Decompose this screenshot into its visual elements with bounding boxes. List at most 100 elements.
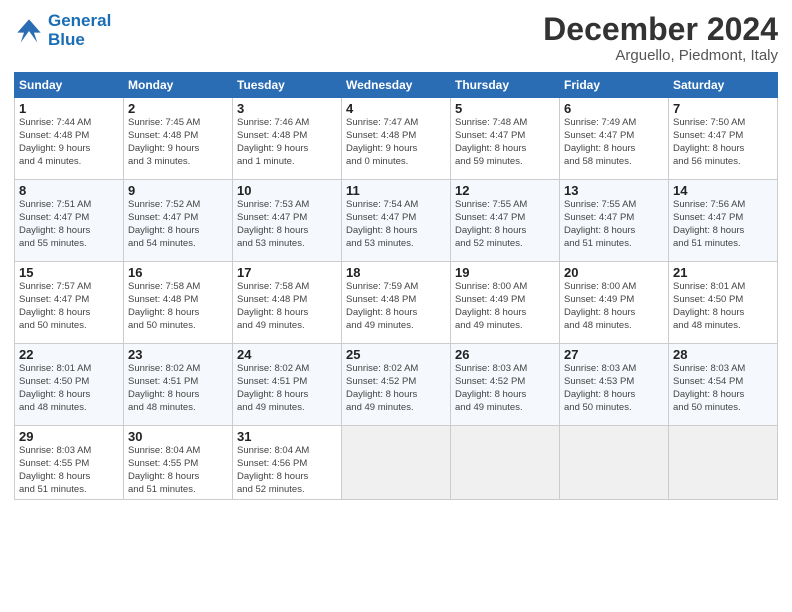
calendar-cell: 1Sunrise: 7:44 AM Sunset: 4:48 PM Daylig… [15, 98, 124, 180]
day-number: 20 [564, 265, 664, 280]
day-number: 14 [673, 183, 773, 198]
day-info: Sunrise: 7:58 AM Sunset: 4:48 PM Dayligh… [128, 281, 228, 332]
day-info: Sunrise: 7:51 AM Sunset: 4:47 PM Dayligh… [19, 199, 119, 250]
day-number: 8 [19, 183, 119, 198]
calendar-cell: 7Sunrise: 7:50 AM Sunset: 4:47 PM Daylig… [669, 98, 778, 180]
day-info: Sunrise: 8:04 AM Sunset: 4:56 PM Dayligh… [237, 445, 337, 496]
weekday-header-friday: Friday [560, 73, 669, 98]
day-number: 28 [673, 347, 773, 362]
weekday-header-tuesday: Tuesday [233, 73, 342, 98]
day-info: Sunrise: 7:47 AM Sunset: 4:48 PM Dayligh… [346, 117, 446, 168]
calendar-cell: 18Sunrise: 7:59 AM Sunset: 4:48 PM Dayli… [342, 262, 451, 344]
day-number: 24 [237, 347, 337, 362]
calendar-cell: 4Sunrise: 7:47 AM Sunset: 4:48 PM Daylig… [342, 98, 451, 180]
day-info: Sunrise: 8:03 AM Sunset: 4:52 PM Dayligh… [455, 363, 555, 414]
day-number: 5 [455, 101, 555, 116]
day-number: 27 [564, 347, 664, 362]
day-info: Sunrise: 7:55 AM Sunset: 4:47 PM Dayligh… [455, 199, 555, 250]
calendar-cell: 2Sunrise: 7:45 AM Sunset: 4:48 PM Daylig… [124, 98, 233, 180]
day-info: Sunrise: 8:00 AM Sunset: 4:49 PM Dayligh… [455, 281, 555, 332]
day-info: Sunrise: 7:49 AM Sunset: 4:47 PM Dayligh… [564, 117, 664, 168]
calendar-table: SundayMondayTuesdayWednesdayThursdayFrid… [14, 72, 778, 500]
day-number: 31 [237, 429, 337, 444]
day-number: 13 [564, 183, 664, 198]
day-number: 17 [237, 265, 337, 280]
calendar-cell: 22Sunrise: 8:01 AM Sunset: 4:50 PM Dayli… [15, 344, 124, 426]
day-info: Sunrise: 7:44 AM Sunset: 4:48 PM Dayligh… [19, 117, 119, 168]
day-number: 30 [128, 429, 228, 444]
calendar-cell: 30Sunrise: 8:04 AM Sunset: 4:55 PM Dayli… [124, 426, 233, 500]
day-info: Sunrise: 7:54 AM Sunset: 4:47 PM Dayligh… [346, 199, 446, 250]
day-info: Sunrise: 7:48 AM Sunset: 4:47 PM Dayligh… [455, 117, 555, 168]
day-number: 2 [128, 101, 228, 116]
header: General Blue December 2024 Arguello, Pie… [14, 12, 778, 64]
day-number: 11 [346, 183, 446, 198]
weekday-header-sunday: Sunday [15, 73, 124, 98]
page: General Blue December 2024 Arguello, Pie… [0, 0, 792, 612]
calendar-cell: 5Sunrise: 7:48 AM Sunset: 4:47 PM Daylig… [451, 98, 560, 180]
day-number: 6 [564, 101, 664, 116]
day-number: 29 [19, 429, 119, 444]
calendar-cell: 24Sunrise: 8:02 AM Sunset: 4:51 PM Dayli… [233, 344, 342, 426]
logo-icon [14, 16, 44, 46]
calendar-cell: 17Sunrise: 7:58 AM Sunset: 4:48 PM Dayli… [233, 262, 342, 344]
calendar-cell [451, 426, 560, 500]
day-number: 26 [455, 347, 555, 362]
day-info: Sunrise: 8:02 AM Sunset: 4:52 PM Dayligh… [346, 363, 446, 414]
day-number: 16 [128, 265, 228, 280]
calendar-cell: 15Sunrise: 7:57 AM Sunset: 4:47 PM Dayli… [15, 262, 124, 344]
calendar-cell: 3Sunrise: 7:46 AM Sunset: 4:48 PM Daylig… [233, 98, 342, 180]
day-number: 9 [128, 183, 228, 198]
day-number: 19 [455, 265, 555, 280]
calendar-cell: 12Sunrise: 7:55 AM Sunset: 4:47 PM Dayli… [451, 180, 560, 262]
calendar-cell: 19Sunrise: 8:00 AM Sunset: 4:49 PM Dayli… [451, 262, 560, 344]
calendar-cell: 21Sunrise: 8:01 AM Sunset: 4:50 PM Dayli… [669, 262, 778, 344]
day-number: 22 [19, 347, 119, 362]
day-info: Sunrise: 8:03 AM Sunset: 4:54 PM Dayligh… [673, 363, 773, 414]
day-info: Sunrise: 8:01 AM Sunset: 4:50 PM Dayligh… [19, 363, 119, 414]
calendar-cell: 8Sunrise: 7:51 AM Sunset: 4:47 PM Daylig… [15, 180, 124, 262]
day-number: 12 [455, 183, 555, 198]
day-number: 1 [19, 101, 119, 116]
calendar-cell: 29Sunrise: 8:03 AM Sunset: 4:55 PM Dayli… [15, 426, 124, 500]
calendar-cell: 26Sunrise: 8:03 AM Sunset: 4:52 PM Dayli… [451, 344, 560, 426]
day-info: Sunrise: 7:59 AM Sunset: 4:48 PM Dayligh… [346, 281, 446, 332]
calendar-cell: 27Sunrise: 8:03 AM Sunset: 4:53 PM Dayli… [560, 344, 669, 426]
day-number: 23 [128, 347, 228, 362]
calendar-cell [342, 426, 451, 500]
calendar-cell: 10Sunrise: 7:53 AM Sunset: 4:47 PM Dayli… [233, 180, 342, 262]
month-title: December 2024 [543, 12, 778, 47]
calendar-cell: 23Sunrise: 8:02 AM Sunset: 4:51 PM Dayli… [124, 344, 233, 426]
calendar-header-row: SundayMondayTuesdayWednesdayThursdayFrid… [15, 73, 778, 98]
day-info: Sunrise: 8:04 AM Sunset: 4:55 PM Dayligh… [128, 445, 228, 496]
day-info: Sunrise: 8:01 AM Sunset: 4:50 PM Dayligh… [673, 281, 773, 332]
day-info: Sunrise: 7:58 AM Sunset: 4:48 PM Dayligh… [237, 281, 337, 332]
logo: General Blue [14, 12, 111, 49]
day-number: 25 [346, 347, 446, 362]
day-info: Sunrise: 8:03 AM Sunset: 4:55 PM Dayligh… [19, 445, 119, 496]
day-number: 15 [19, 265, 119, 280]
day-info: Sunrise: 7:46 AM Sunset: 4:48 PM Dayligh… [237, 117, 337, 168]
weekday-header-monday: Monday [124, 73, 233, 98]
calendar-cell [560, 426, 669, 500]
day-info: Sunrise: 7:45 AM Sunset: 4:48 PM Dayligh… [128, 117, 228, 168]
day-number: 21 [673, 265, 773, 280]
calendar-cell: 31Sunrise: 8:04 AM Sunset: 4:56 PM Dayli… [233, 426, 342, 500]
day-info: Sunrise: 8:02 AM Sunset: 4:51 PM Dayligh… [237, 363, 337, 414]
day-info: Sunrise: 7:52 AM Sunset: 4:47 PM Dayligh… [128, 199, 228, 250]
logo-text: General Blue [48, 12, 111, 49]
calendar-cell: 25Sunrise: 8:02 AM Sunset: 4:52 PM Dayli… [342, 344, 451, 426]
calendar-cell: 14Sunrise: 7:56 AM Sunset: 4:47 PM Dayli… [669, 180, 778, 262]
weekday-header-thursday: Thursday [451, 73, 560, 98]
day-info: Sunrise: 7:53 AM Sunset: 4:47 PM Dayligh… [237, 199, 337, 250]
calendar-cell: 6Sunrise: 7:49 AM Sunset: 4:47 PM Daylig… [560, 98, 669, 180]
calendar-cell: 9Sunrise: 7:52 AM Sunset: 4:47 PM Daylig… [124, 180, 233, 262]
day-info: Sunrise: 7:57 AM Sunset: 4:47 PM Dayligh… [19, 281, 119, 332]
day-number: 10 [237, 183, 337, 198]
day-info: Sunrise: 8:00 AM Sunset: 4:49 PM Dayligh… [564, 281, 664, 332]
day-info: Sunrise: 7:56 AM Sunset: 4:47 PM Dayligh… [673, 199, 773, 250]
day-info: Sunrise: 8:03 AM Sunset: 4:53 PM Dayligh… [564, 363, 664, 414]
day-number: 4 [346, 101, 446, 116]
calendar-cell: 16Sunrise: 7:58 AM Sunset: 4:48 PM Dayli… [124, 262, 233, 344]
day-info: Sunrise: 7:50 AM Sunset: 4:47 PM Dayligh… [673, 117, 773, 168]
